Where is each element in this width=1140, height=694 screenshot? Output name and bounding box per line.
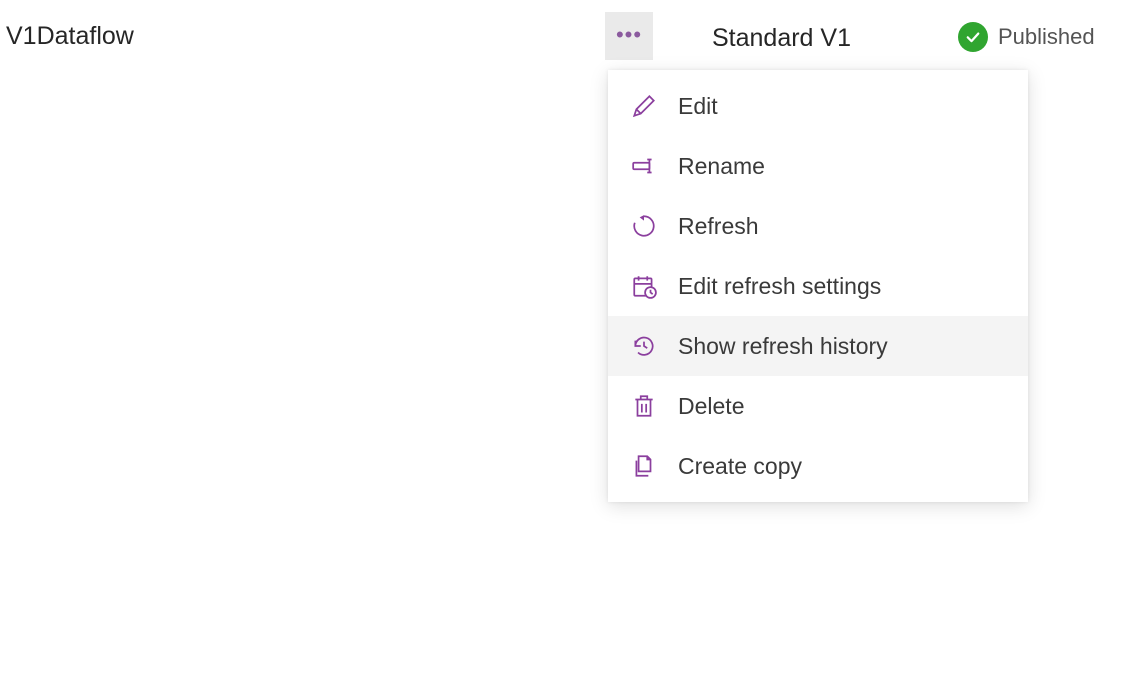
- rename-icon: [630, 152, 658, 180]
- menu-item-rename[interactable]: Rename: [608, 136, 1028, 196]
- menu-item-label: Refresh: [678, 213, 759, 240]
- menu-item-label: Create copy: [678, 453, 802, 480]
- refresh-icon: [630, 212, 658, 240]
- status-text: Published: [998, 24, 1095, 50]
- header-row: V1Dataflow ••• Standard V1 Published: [0, 0, 1140, 18]
- calendar-clock-icon: [630, 272, 658, 300]
- context-menu: Edit Rename Refresh Edit refresh setting…: [608, 70, 1028, 502]
- menu-item-label: Rename: [678, 153, 765, 180]
- copy-icon: [630, 452, 658, 480]
- menu-item-create-copy[interactable]: Create copy: [608, 436, 1028, 496]
- item-type-label: Standard V1: [712, 24, 851, 53]
- menu-item-label: Edit refresh settings: [678, 273, 881, 300]
- trash-icon: [630, 392, 658, 420]
- status-badge: Published: [958, 22, 1095, 52]
- menu-item-label: Edit: [678, 93, 718, 120]
- menu-item-label: Delete: [678, 393, 744, 420]
- menu-item-delete[interactable]: Delete: [608, 376, 1028, 436]
- menu-item-edit-refresh-settings[interactable]: Edit refresh settings: [608, 256, 1028, 316]
- menu-item-show-refresh-history[interactable]: Show refresh history: [608, 316, 1028, 376]
- history-icon: [630, 332, 658, 360]
- menu-item-edit[interactable]: Edit: [608, 76, 1028, 136]
- pencil-icon: [630, 92, 658, 120]
- menu-item-label: Show refresh history: [678, 333, 888, 360]
- more-options-button[interactable]: •••: [605, 12, 653, 60]
- check-circle-icon: [958, 22, 988, 52]
- menu-item-refresh[interactable]: Refresh: [608, 196, 1028, 256]
- page-title: V1Dataflow: [6, 22, 134, 51]
